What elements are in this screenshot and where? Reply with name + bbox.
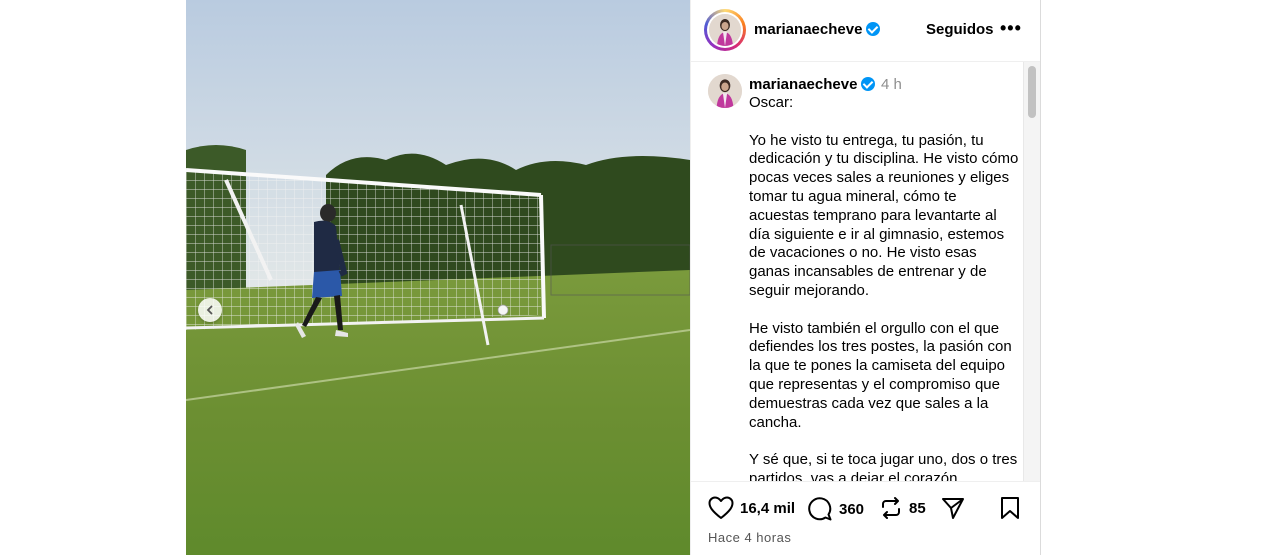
caption-username-text[interactable]: marianaecheve bbox=[749, 76, 857, 93]
scrollbar-thumb[interactable] bbox=[1028, 66, 1036, 118]
like-button[interactable]: 16,4 mil bbox=[708, 496, 795, 520]
username-link[interactable]: marianaecheve bbox=[754, 21, 862, 38]
header-username[interactable]: marianaecheve bbox=[754, 21, 881, 38]
repost-icon bbox=[882, 497, 900, 519]
post-side-panel: marianaecheve Seguidos ••• marianaecheve… bbox=[690, 0, 1041, 555]
chevron-left-icon bbox=[206, 305, 213, 315]
avatar[interactable] bbox=[709, 14, 741, 46]
post-timestamp[interactable]: Hace 4 horas bbox=[708, 530, 791, 545]
share-button[interactable] bbox=[941, 496, 965, 520]
story-ring[interactable] bbox=[704, 9, 746, 51]
verified-badge-icon bbox=[861, 77, 876, 91]
reposts-count[interactable]: 85 bbox=[909, 500, 926, 517]
repost-button[interactable]: 85 bbox=[879, 496, 926, 520]
caption-username[interactable]: marianaecheve bbox=[749, 76, 876, 93]
heart-icon bbox=[708, 496, 734, 519]
following-button[interactable]: Seguidos bbox=[926, 21, 994, 38]
post-image bbox=[186, 0, 690, 555]
comment-icon bbox=[808, 497, 832, 521]
send-icon bbox=[942, 498, 964, 519]
post-actions: 16,4 mil 360 85 Hace 4 horas bbox=[691, 481, 1040, 556]
caption-time[interactable]: 4 h bbox=[881, 76, 902, 93]
more-options-icon[interactable]: ••• bbox=[1000, 18, 1022, 39]
caption-avatar[interactable] bbox=[708, 74, 742, 108]
likes-count[interactable]: 16,4 mil bbox=[740, 500, 795, 517]
verified-badge-icon bbox=[866, 22, 881, 36]
comments-count[interactable]: 360 bbox=[839, 501, 864, 518]
post-header: marianaecheve Seguidos ••• bbox=[691, 0, 1040, 62]
comment-button[interactable]: 360 bbox=[807, 496, 864, 522]
previous-image-button[interactable] bbox=[198, 298, 222, 322]
caption-scrollbar[interactable] bbox=[1023, 62, 1040, 481]
save-button[interactable] bbox=[999, 496, 1021, 520]
caption-area: marianaecheve 4 h Oscar: Yo he visto tu … bbox=[691, 62, 1040, 481]
caption-text: Oscar: Yo he visto tu entrega, tu pasión… bbox=[749, 94, 1019, 481]
bookmark-icon bbox=[1001, 497, 1019, 519]
